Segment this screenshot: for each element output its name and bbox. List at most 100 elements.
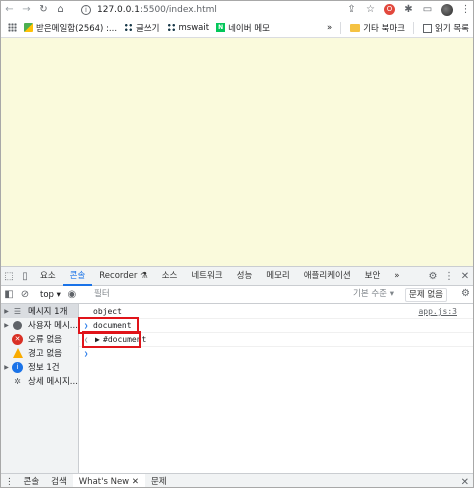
sidebar-item-verbose[interactable]: ✲ 상세 메시지...: [1, 374, 78, 388]
tab-security[interactable]: 보안: [358, 267, 388, 286]
drawer-tab-search[interactable]: 검색: [45, 474, 73, 488]
sidebar-item-label: 메시지 1개: [28, 307, 68, 317]
bug-icon: ✲: [14, 376, 21, 386]
sidebar-item-warnings[interactable]: 경고 없음: [1, 346, 78, 360]
close-icon[interactable]: ✕: [457, 267, 473, 286]
puzzle-icon[interactable]: ✱: [399, 1, 418, 18]
bookmark-naver-memo[interactable]: N 네이버 메모: [216, 22, 270, 34]
error-icon: ✕: [12, 333, 23, 345]
sidebar-item-label: 정보 1건: [28, 363, 60, 373]
sidebar-item-label: 오류 없음: [28, 335, 62, 345]
console-sidebar: ▶ ☰ 메시지 1개 ▶ 사용자 메시... ✕ 오류 없음 경고 없음 ▶ i…: [1, 304, 79, 473]
sidebar-toggle-icon[interactable]: ◧: [1, 285, 17, 304]
expand-arrow-icon[interactable]: ▶: [1, 308, 12, 315]
sidebar-item-label: 사용자 메시...: [28, 321, 78, 331]
tab-recorder[interactable]: Recorder ⚗: [92, 267, 154, 286]
bookmark-mail[interactable]: 받은메일함(2564) :...: [24, 22, 117, 34]
tab-memory[interactable]: 메모리: [259, 267, 296, 286]
info-icon: i: [12, 361, 23, 373]
sidebar-item-messages[interactable]: ▶ ☰ 메시지 1개: [1, 304, 78, 318]
drawer-tab-issues[interactable]: 문제: [145, 474, 173, 488]
home-icon[interactable]: ⌂: [52, 1, 69, 18]
bookmark-write[interactable]: 글쓰기: [124, 22, 160, 34]
tab-sources[interactable]: 소스: [155, 267, 185, 286]
folder-icon: [350, 24, 361, 32]
console-prompt-row[interactable]: ❯: [79, 347, 473, 361]
devtools-drawer: ⋮ 콘솔 검색 What's New ✕ 문제 ✕: [1, 473, 473, 488]
drawer-menu-icon[interactable]: ⋮: [1, 474, 18, 488]
tab-console[interactable]: 콘솔: [62, 267, 93, 286]
bookmarks-right: » 기타 북마크 읽기 목록: [327, 18, 469, 38]
expand-arrow-icon[interactable]: ▶: [1, 364, 12, 371]
tab-network[interactable]: 네트워크: [184, 267, 229, 286]
bookmark-label: mswait: [178, 22, 210, 33]
context-select[interactable]: top ▾: [37, 288, 64, 302]
extension-red-icon[interactable]: O: [380, 1, 399, 18]
sidebar-item-user-messages[interactable]: ▶ 사용자 메시...: [1, 318, 78, 332]
back-icon[interactable]: ←: [1, 1, 18, 18]
console-settings-icon[interactable]: ⚙: [461, 288, 470, 299]
settings-gear-icon[interactable]: ⚙: [425, 267, 441, 286]
filter-input[interactable]: 필터: [90, 288, 348, 301]
bookmark-label: 받은메일함(2564) :...: [36, 23, 118, 34]
inspect-icon[interactable]: ⬚: [1, 267, 17, 286]
drawer-close-icon[interactable]: ✕: [461, 474, 469, 487]
profile-avatar[interactable]: [437, 1, 456, 18]
context-value: top: [40, 289, 54, 300]
prompt-icon: ❯: [84, 350, 89, 358]
log-source-link[interactable]: app.js:3: [418, 305, 457, 319]
sidebar-item-label: 경고 없음: [28, 349, 62, 359]
bookmark-label: 기타 북마크: [363, 24, 406, 34]
console-toolbar: ◧ ⊘ top ▾ ◉ 필터 기본 수준 ▾ 문제 없음 ⚙: [1, 285, 473, 304]
drawer-tab-whats-new[interactable]: What's New ✕: [72, 473, 145, 487]
eye-icon[interactable]: ◉: [64, 285, 80, 304]
drawer-tab-console[interactable]: 콘솔: [18, 474, 46, 488]
tab-performance[interactable]: 성능: [230, 267, 260, 286]
sidebar-item-info[interactable]: ▶ i 정보 1건: [1, 360, 78, 374]
forward-icon[interactable]: →: [18, 1, 35, 18]
bookmark-other-folder[interactable]: 기타 북마크: [350, 22, 405, 34]
tabs-overflow-icon[interactable]: »: [387, 267, 406, 286]
tab-search-icon[interactable]: ▭: [418, 1, 437, 18]
clear-console-icon[interactable]: ⊘: [17, 285, 33, 304]
flask-icon: ⚗: [140, 270, 148, 281]
devtools-tabbar: ⬚ ▯ 요소 콘솔 Recorder ⚗ 소스 네트워크 성능 메모리 애플리케…: [1, 267, 473, 286]
share-icon[interactable]: ⇪: [342, 1, 361, 18]
bookmarks-bar: 받은메일함(2564) :... 글쓰기 mswait N 네이버 메모 » 기…: [1, 18, 473, 38]
reading-list-icon: [423, 23, 433, 33]
log-level-select[interactable]: 기본 수준 ▾: [353, 288, 394, 301]
drawer-tab-label: What's New: [78, 476, 130, 487]
tab-application[interactable]: 애플리케이션: [297, 267, 358, 286]
sidebar-item-label: 상세 메시지...: [28, 377, 78, 387]
bookmark-mswait[interactable]: mswait: [166, 22, 210, 33]
dots-icon: [166, 23, 176, 32]
tab-elements[interactable]: 요소: [33, 267, 63, 286]
tab-label: Recorder: [99, 270, 138, 281]
device-toggle-icon[interactable]: ▯: [17, 267, 33, 286]
page-viewport[interactable]: [1, 38, 473, 266]
bookmark-label: 읽기 목록: [435, 24, 469, 34]
expand-arrow-icon[interactable]: ▶: [1, 322, 12, 329]
bookmarks-overflow-icon[interactable]: »: [327, 23, 332, 33]
bookmark-apps[interactable]: [8, 23, 17, 32]
browser-window: ← → ↻ ⌂ i 127.0.0.1:5500/index.html ⇪ ☆ …: [0, 0, 474, 488]
list-icon: ☰: [13, 306, 22, 316]
url-host: 127.0.0.1: [97, 4, 140, 15]
more-icon[interactable]: ⋮: [456, 1, 473, 18]
site-info-icon[interactable]: i: [81, 4, 91, 15]
more-icon[interactable]: ⋮: [441, 267, 457, 286]
log-level-value: 기본 수준: [353, 289, 387, 299]
browser-toolbar: ← → ↻ ⌂ i 127.0.0.1:5500/index.html ⇪ ☆ …: [1, 1, 473, 18]
console-output[interactable]: object app.js:3 ❯ document ❮ ▶ #document…: [78, 304, 473, 473]
reload-icon[interactable]: ↻: [35, 1, 52, 18]
sidebar-item-errors[interactable]: ✕ 오류 없음: [1, 332, 78, 346]
divider: [413, 22, 415, 34]
devtools-panel: ⬚ ▯ 요소 콘솔 Recorder ⚗ 소스 네트워크 성능 메모리 애플리케…: [1, 266, 473, 488]
url-path: :5500/index.html: [139, 4, 217, 15]
reading-list[interactable]: 읽기 목록: [423, 22, 469, 34]
close-icon[interactable]: ✕: [132, 477, 139, 487]
divider: [340, 22, 342, 34]
address-bar[interactable]: i 127.0.0.1:5500/index.html: [81, 2, 291, 17]
bookmark-star-icon[interactable]: ☆: [361, 1, 380, 18]
issues-button[interactable]: 문제 없음: [405, 288, 447, 302]
